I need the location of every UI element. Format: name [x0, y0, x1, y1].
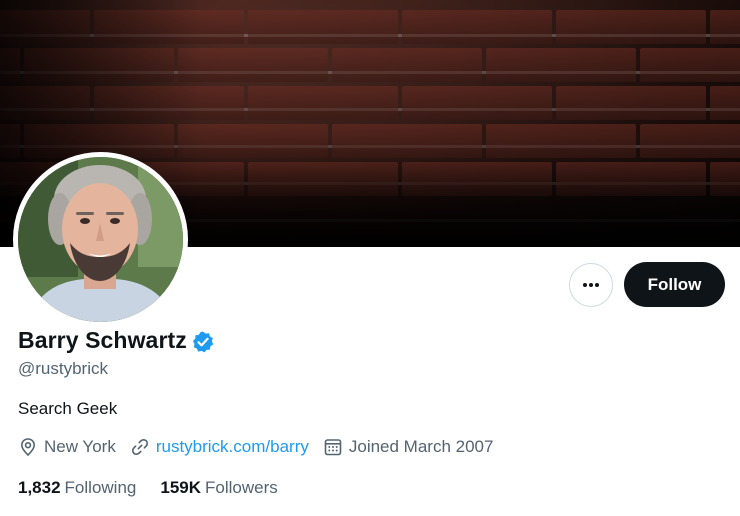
- following-count: 1,832: [18, 478, 61, 497]
- profile-meta: New York rustybrick.com/barry Joined Mar…: [18, 437, 507, 457]
- following-label: Following: [64, 478, 137, 497]
- joined-text: Joined March 2007: [348, 437, 494, 456]
- profile-name: Barry Schwartz: [18, 327, 187, 353]
- joined-item: Joined March 2007: [323, 437, 494, 457]
- link-icon: [131, 438, 148, 456]
- profile-handle: @rustybrick: [18, 359, 108, 378]
- follow-button-label: Follow: [647, 274, 702, 294]
- following-stat[interactable]: 1,832 Following: [18, 478, 136, 498]
- verified-badge-icon[interactable]: [191, 330, 215, 354]
- profile-bio: Search Geek: [18, 399, 118, 418]
- follow-button[interactable]: Follow: [624, 262, 725, 307]
- location-pin-icon: [20, 438, 36, 457]
- avatar-photo: [18, 157, 183, 322]
- followers-count: 159K: [160, 478, 201, 497]
- location-item: New York: [18, 437, 116, 457]
- website-link[interactable]: rustybrick.com/barry: [156, 437, 309, 457]
- website-item[interactable]: rustybrick.com/barry: [130, 437, 309, 457]
- calendar-icon: [324, 439, 342, 456]
- ellipsis-icon: [583, 283, 599, 287]
- followers-label: Followers: [205, 478, 278, 497]
- profile-name-row: Barry Schwartz: [18, 327, 215, 354]
- avatar[interactable]: [13, 152, 188, 327]
- more-options-button[interactable]: [569, 263, 613, 307]
- location-text: New York: [44, 437, 116, 456]
- followers-stat[interactable]: 159K Followers: [160, 478, 277, 498]
- profile-stats: 1,832 Following 159K Followers: [18, 478, 302, 498]
